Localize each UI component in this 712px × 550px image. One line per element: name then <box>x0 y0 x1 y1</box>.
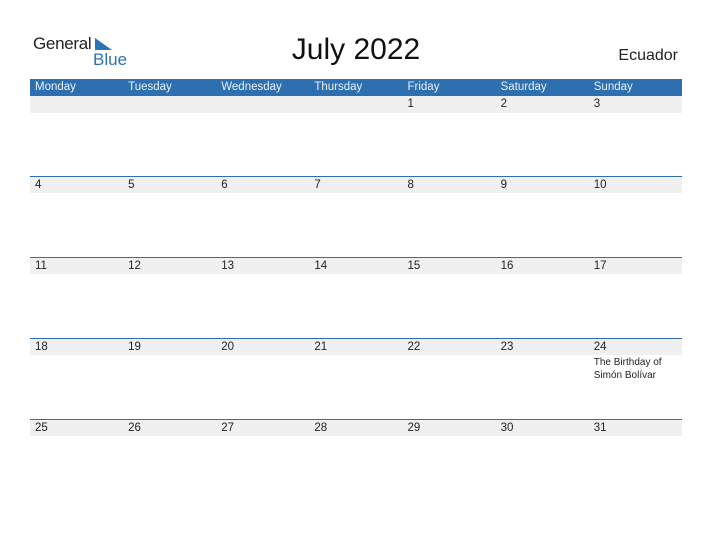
day-number: 23 <box>500 340 514 353</box>
day-number: 2 <box>500 98 508 110</box>
day-number-bar: 4 5 6 7 8 9 10 <box>30 175 682 193</box>
day-number: 29 <box>407 421 421 434</box>
holiday-label <box>403 436 496 437</box>
day-number: 12 <box>128 259 141 272</box>
events-row <box>30 193 682 194</box>
holiday-label <box>30 113 123 114</box>
holiday-label <box>123 113 216 114</box>
holiday-label <box>589 193 682 194</box>
holiday-label <box>30 355 123 382</box>
weekday-sunday: Sunday <box>593 81 633 93</box>
holiday-label <box>496 113 589 114</box>
day-number: 30 <box>500 421 514 434</box>
day-number-bar: 18 19 20 21 22 23 24 <box>30 337 682 355</box>
day-number: 14 <box>314 259 328 272</box>
day-number: 22 <box>407 340 421 353</box>
day-number <box>309 96 402 113</box>
day-number-bar: 25 26 27 28 29 30 31 <box>30 418 682 436</box>
day-number: 21 <box>314 340 328 353</box>
day-number: 4 <box>35 178 42 191</box>
day-number: 18 <box>35 340 48 353</box>
holiday-label <box>309 193 402 194</box>
holiday-label <box>216 113 309 114</box>
weekday-tuesday: Tuesday <box>128 81 172 93</box>
day-number: 10 <box>593 178 607 191</box>
holiday-label <box>403 274 496 275</box>
holiday-label <box>216 274 309 275</box>
holiday-label <box>309 355 402 382</box>
holiday-label <box>496 274 589 275</box>
day-number-bar: 11 12 13 14 15 16 17 <box>30 256 682 274</box>
day-number: 17 <box>593 259 607 272</box>
day-number: 26 <box>128 421 141 434</box>
day-number: 7 <box>314 178 321 191</box>
holiday-label <box>216 355 309 382</box>
day-number: 11 <box>35 259 47 272</box>
week-row: 18 19 20 21 22 23 24 The Birthday of Simón Bolí… <box>30 337 682 382</box>
day-number: 13 <box>221 259 235 272</box>
events-row: The Birthday of Simón Bolívar <box>30 355 682 382</box>
holiday-label <box>403 193 496 194</box>
holiday-label <box>496 436 589 437</box>
weekday-monday: Monday <box>35 81 76 93</box>
day-number <box>30 96 123 113</box>
holiday-label <box>589 113 682 114</box>
day-number: 24 <box>593 340 607 353</box>
day-number: 6 <box>221 178 228 191</box>
weekday-saturday: Saturday <box>500 81 547 93</box>
week-row: 1 2 3 <box>30 96 682 114</box>
holiday-label <box>30 193 123 194</box>
holiday-label <box>123 274 216 275</box>
day-number <box>216 96 309 113</box>
day-number: 1 <box>407 98 414 110</box>
holiday-label <box>496 193 589 194</box>
holiday-label <box>589 436 682 437</box>
events-row <box>30 113 682 114</box>
holiday-label <box>403 355 496 382</box>
holiday-label <box>123 193 216 194</box>
holiday-label <box>30 436 123 437</box>
holiday-label <box>589 274 682 275</box>
holiday-label <box>216 193 309 194</box>
holiday-label <box>496 355 589 382</box>
week-row: 4 5 6 7 8 9 10 <box>30 175 682 194</box>
day-number: 5 <box>128 178 135 191</box>
day-number: 28 <box>314 421 328 434</box>
events-row <box>30 436 682 437</box>
holiday-label: The Birthday of Simón Bolívar <box>593 356 662 381</box>
day-number: 25 <box>35 421 48 434</box>
holiday-label <box>123 355 216 382</box>
day-number: 9 <box>500 178 508 191</box>
day-number: 16 <box>500 259 514 272</box>
day-number: 31 <box>593 421 607 434</box>
weekday-friday: Friday <box>407 81 440 93</box>
holiday-label <box>309 113 402 114</box>
holiday-label <box>309 436 402 437</box>
day-number: 3 <box>593 98 601 110</box>
weekday-thursday: Thursday <box>314 81 363 93</box>
day-number: 19 <box>128 340 141 353</box>
holiday-label <box>123 436 216 437</box>
day-number-bar: 1 2 3 <box>30 96 682 113</box>
holiday-label <box>309 274 402 275</box>
holiday-label <box>403 113 496 114</box>
week-row: 11 12 13 14 15 16 17 <box>30 256 682 275</box>
page-title: July 2022 <box>291 33 421 66</box>
weekday-wednesday: Wednesday <box>221 81 282 93</box>
week-row: 25 26 27 28 29 30 31 <box>30 418 682 437</box>
day-number: 20 <box>221 340 235 353</box>
day-number: 8 <box>407 178 414 191</box>
events-row <box>30 274 682 275</box>
holiday-label <box>30 274 123 275</box>
country-label: Ecuador <box>618 47 678 64</box>
day-number: 15 <box>407 259 421 272</box>
weekday-header: Monday Tuesday Wednesday Thursday Friday… <box>30 79 682 96</box>
day-number <box>123 96 216 113</box>
day-number: 27 <box>221 421 235 434</box>
holiday-label <box>216 436 309 437</box>
